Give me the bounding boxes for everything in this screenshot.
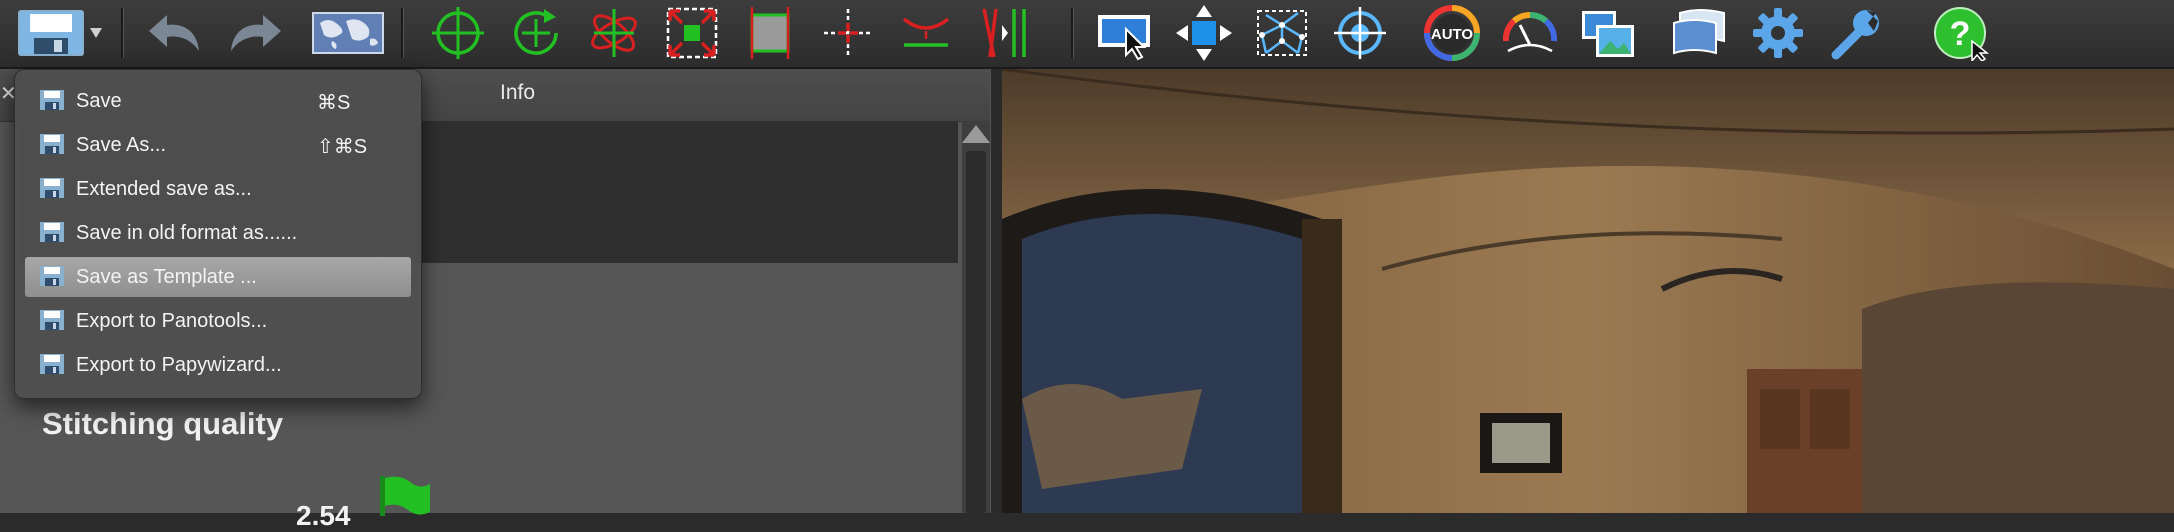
menu-item-label: Extended save as... [76,178,252,200]
horizon-curve-icon [902,17,950,47]
menu-item-label: Save as Template ... [76,266,257,288]
menu-item-label: Save As... [76,134,167,156]
rotate-crosshair-icon [514,9,558,55]
select-pointer-icon [1098,15,1150,61]
crop-square-icon [750,7,790,59]
help-question-icon: ? [1934,7,1990,61]
tools-button[interactable] [1826,5,1886,61]
wrench-icon [1831,10,1879,60]
mesh-button[interactable] [1252,5,1312,61]
auto-label: AUTO [1431,26,1474,43]
vertical-lines-button[interactable] [974,5,1034,61]
settings-button[interactable] [1748,5,1808,61]
disk-icon [40,178,64,198]
gear-icon [1753,8,1803,58]
redo-arrow-icon [231,15,281,51]
panorama-output-button[interactable] [1670,5,1730,61]
add-control-point-button[interactable] [428,5,488,61]
rotate-control-point-button[interactable] [506,5,566,61]
menu-item-save-as-template[interactable]: Save as Template ... [25,257,411,297]
center-button[interactable] [818,5,878,61]
help-label: ? [1950,15,1971,53]
horizon-button[interactable] [896,5,956,61]
menu-item-label: Save in old format as...... [76,222,298,244]
undo-button[interactable] [146,5,206,61]
help-button[interactable]: ? [1932,5,1992,61]
center-cross-icon [824,9,872,57]
disk-icon [40,222,64,242]
gauge-icon [1502,11,1558,53]
target-icon [1334,7,1386,59]
auto-button[interactable]: AUTO [1422,5,1482,61]
scroll-track[interactable] [966,151,986,513]
orbit-button[interactable] [584,5,644,61]
menu-item-label: Export to Panotools... [76,310,268,332]
expand-corners-icon [666,7,718,59]
fit-panorama-button[interactable] [662,5,722,61]
undo-arrow-icon [149,15,199,51]
menu-item-save-old-format[interactable]: Save in old format as...... [25,213,411,253]
menu-item-label: Save [76,90,122,112]
world-map-button[interactable] [310,5,386,61]
stitching-quality-title: Stitching quality [42,406,284,441]
world-map-icon [312,12,384,54]
menu-item-save-as[interactable]: Save As... ⇧⌘S [25,125,411,165]
target-button[interactable] [1330,5,1390,61]
orbit-icon [591,9,637,57]
crop-button[interactable] [740,5,800,61]
disk-icon [18,10,102,56]
images-button[interactable] [1578,5,1638,61]
menu-item-extended-save-as[interactable]: Extended save as... [25,169,411,209]
disk-icon [40,354,64,374]
redo-button[interactable] [224,5,284,61]
menu-item-shortcut: ⇧⌘S [317,136,368,158]
panorama-image [1002,69,2174,513]
panorama-output-icon [1673,9,1725,55]
disk-icon [40,266,64,286]
toolbar-separator [401,8,404,58]
tab-info[interactable]: Info [500,81,535,105]
select-button[interactable] [1096,5,1156,61]
move-button[interactable] [1174,5,1234,61]
crosshair-target-icon [432,7,484,59]
gauge-button[interactable] [1500,5,1560,61]
save-menu-button[interactable] [12,5,106,61]
menu-item-shortcut: ⌘S [317,92,351,114]
vertical-lines-icon [982,8,1026,58]
menu-item-label: Export to Papywizard... [76,354,282,376]
main-toolbar: AUTO ? [0,0,2174,69]
toolbar-separator [121,8,124,58]
panorama-preview[interactable] [1002,69,2174,513]
auto-color-wheel-icon: AUTO [1424,5,1480,61]
scroll-up-arrow-icon[interactable] [962,125,990,143]
menu-item-save[interactable]: Save ⌘S [25,81,411,121]
images-icon [1582,11,1634,57]
disk-icon [40,134,64,154]
green-flag-icon [380,476,430,516]
save-dropdown-menu: Save ⌘S Save As... ⇧⌘S Extended save as... Sa… [14,69,422,399]
disk-icon [40,310,64,330]
stitching-quality-value: 2.54 [296,500,351,531]
disk-icon [40,90,64,110]
toolbar-separator [1071,8,1074,58]
mesh-grid-icon [1257,10,1307,56]
menu-item-export-papywizard[interactable]: Export to Papywizard... [25,345,411,385]
menu-item-export-panotools[interactable]: Export to Panotools... [25,301,411,341]
move-arrows-icon [1176,5,1232,61]
